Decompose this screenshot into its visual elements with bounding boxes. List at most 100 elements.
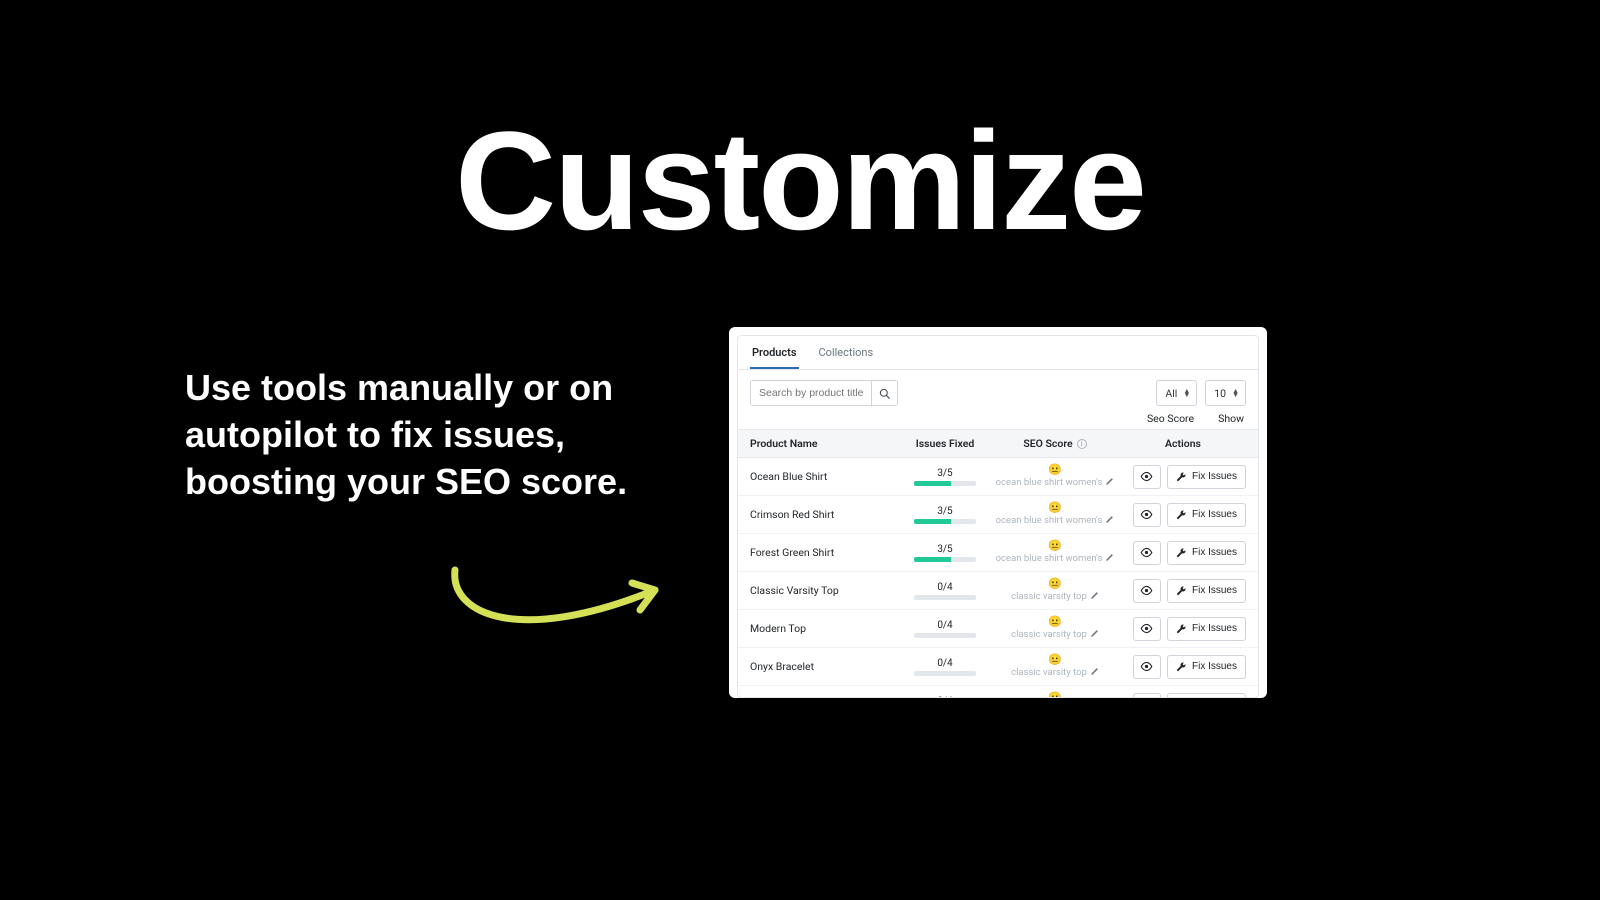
tab-products[interactable]: Products	[750, 336, 799, 369]
fix-issues-button[interactable]: Fix Issues	[1167, 655, 1246, 679]
issues-cell: 3/5	[900, 468, 990, 486]
issues-text: 3/5	[937, 506, 952, 517]
chevron-updown-icon: ▲▼	[1183, 389, 1190, 397]
seo-text: ocean blue shirt women's	[996, 477, 1103, 488]
issues-cell: 0/4	[900, 620, 990, 638]
neutral-face-icon: 😐	[1048, 616, 1062, 627]
view-button[interactable]	[1133, 693, 1161, 698]
product-name: Crimson Red Shirt	[750, 508, 900, 521]
table-row: Forest Green Shirt 3/5 😐 ocean blue shirt w…	[738, 534, 1258, 572]
table-row: Crimson Red Shirt 3/5 😐ocean blue shirt wo…	[738, 496, 1258, 534]
search-icon	[879, 388, 890, 399]
col-header-seo: SEO Score i	[990, 437, 1120, 450]
pencil-icon[interactable]	[1090, 666, 1099, 679]
product-name: Forest Green Shirt	[750, 546, 900, 559]
issues-cell: 3/5	[900, 544, 990, 562]
seo-cell: 😐 ocean blue shirt women's	[990, 464, 1120, 489]
seo-cell: 😐 ocean blue shirt women's	[990, 540, 1120, 565]
fix-issues-button[interactable]: Fix Issues	[1167, 579, 1246, 603]
fix-label: Fix Issues	[1192, 509, 1237, 520]
pagesize-value: 10	[1214, 387, 1226, 400]
seo-cell: 😐classic varsity top	[990, 578, 1120, 603]
chevron-updown-icon: ▲▼	[1232, 389, 1239, 397]
issues-cell: 0/4	[900, 582, 990, 600]
fix-issues-button[interactable]: Fix Issues	[1167, 693, 1246, 698]
page-headline: Customize	[0, 100, 1600, 262]
fix-label: Fix Issues	[1192, 623, 1237, 634]
table-body: Ocean Blue Shirt 3/5 😐 ocean blue shirt wom…	[738, 458, 1258, 697]
progress-bar	[914, 671, 976, 676]
view-button[interactable]	[1133, 655, 1161, 679]
pencil-icon[interactable]	[1105, 552, 1114, 565]
search-input[interactable]	[751, 381, 871, 405]
neutral-face-icon: 😐	[1048, 464, 1062, 475]
fix-label: Fix Issues	[1192, 547, 1237, 558]
table-header: Product Name Issues Fixed SEO Score i Ac…	[738, 429, 1258, 458]
tab-bar: Products Collections	[738, 336, 1258, 370]
view-button[interactable]	[1133, 617, 1161, 641]
tab-collections[interactable]: Collections	[817, 336, 876, 369]
product-name: Onyx Bracelet	[750, 660, 900, 673]
seo-text: ocean blue shirt women's	[996, 553, 1103, 564]
filter-select[interactable]: All ▲▼	[1156, 380, 1197, 406]
view-button[interactable]	[1133, 541, 1161, 565]
label-show: Show	[1218, 412, 1244, 425]
view-button[interactable]	[1133, 503, 1161, 527]
page-subtext: Use tools manually or on autopilot to fi…	[185, 365, 645, 505]
pencil-icon[interactable]	[1105, 514, 1114, 527]
search-button[interactable]	[871, 381, 897, 405]
view-button[interactable]	[1133, 579, 1161, 603]
col-header-issues: Issues Fixed	[900, 437, 990, 450]
table-row: Modern Top 0/4 😐 classic varsity top Fix Iss…	[738, 610, 1258, 648]
seo-cell: 😐ocean blue shirt women's	[990, 502, 1120, 527]
table-row: Onyx Bracelet 0/4 😐 classic varsity top Fix …	[738, 648, 1258, 686]
seo-cell: 😐 classic varsity top	[990, 616, 1120, 641]
table-row: Classic Varsity Top0/4😐classic varsity t…	[738, 572, 1258, 610]
fix-issues-button[interactable]: Fix Issues	[1167, 541, 1246, 565]
progress-bar	[914, 481, 976, 486]
fix-issues-button[interactable]: Fix Issues	[1167, 465, 1246, 489]
seo-text: classic varsity top	[1011, 591, 1087, 602]
progress-bar	[914, 557, 976, 562]
seo-cell: 😐classic varsity top	[990, 692, 1120, 697]
fix-issues-button[interactable]: Fix Issues	[1167, 503, 1246, 527]
filter-value: All	[1165, 387, 1177, 400]
issues-text: 3/5	[937, 544, 952, 555]
fix-issues-button[interactable]: Fix Issues	[1167, 617, 1246, 641]
neutral-face-icon: 😐	[1048, 654, 1062, 665]
fix-label: Fix Issues	[1192, 471, 1237, 482]
table-row: Moon Bracelet0/4😐classic varsity topFix …	[738, 686, 1258, 697]
pencil-icon[interactable]	[1090, 628, 1099, 641]
progress-bar	[914, 595, 976, 600]
info-icon: i	[1077, 439, 1087, 449]
neutral-face-icon: 😐	[1048, 502, 1062, 513]
seo-cell: 😐 classic varsity top	[990, 654, 1120, 679]
issues-text: 0/4	[937, 696, 952, 698]
pencil-icon[interactable]	[1105, 476, 1114, 489]
fix-label: Fix Issues	[1192, 661, 1237, 672]
table-row: Ocean Blue Shirt 3/5 😐 ocean blue shirt wom…	[738, 458, 1258, 496]
seo-text: classic varsity top	[1011, 629, 1087, 640]
pagesize-select[interactable]: 10 ▲▼	[1205, 380, 1246, 406]
neutral-face-icon: 😐	[1048, 540, 1062, 551]
product-name: Modern Top	[750, 622, 900, 635]
label-seo-score: Seo Score	[1147, 412, 1194, 425]
arrow-illustration	[440, 555, 680, 655]
seo-text: classic varsity top	[1011, 667, 1087, 678]
search-field	[750, 380, 898, 406]
product-name: Ocean Blue Shirt	[750, 470, 900, 483]
view-button[interactable]	[1133, 465, 1161, 489]
pencil-icon[interactable]	[1090, 590, 1099, 603]
col-header-name: Product Name	[750, 437, 900, 450]
col-header-actions: Actions	[1120, 437, 1246, 450]
app-panel: Products Collections All ▲▼ 10 ▲▼ Seo Sc…	[729, 327, 1267, 698]
issues-text: 3/5	[937, 468, 952, 479]
issues-text: 0/4	[937, 658, 952, 669]
issues-text: 0/4	[937, 620, 952, 631]
fix-label: Fix Issues	[1192, 585, 1237, 596]
issues-cell: 3/5	[900, 506, 990, 524]
product-name: Classic Varsity Top	[750, 584, 900, 597]
progress-bar	[914, 633, 976, 638]
issues-cell: 0/4	[900, 696, 990, 698]
issues-cell: 0/4	[900, 658, 990, 676]
